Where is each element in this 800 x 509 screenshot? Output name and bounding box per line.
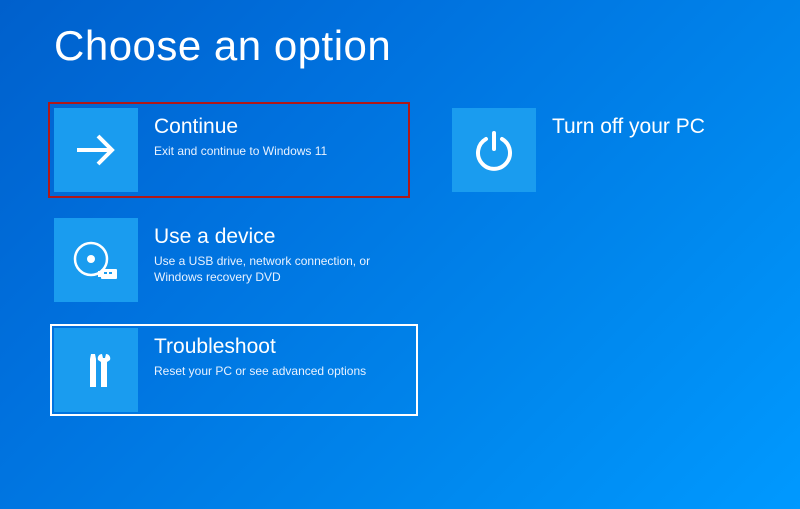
- option-desc: Use a USB drive, network connection, or …: [154, 253, 384, 285]
- option-text: Troubleshoot Reset your PC or see advanc…: [138, 328, 366, 379]
- option-use-device[interactable]: Use a device Use a USB drive, network co…: [54, 218, 404, 302]
- option-continue[interactable]: Continue Exit and continue to Windows 11: [54, 108, 404, 192]
- option-title: Use a device: [154, 224, 384, 249]
- option-title: Continue: [154, 114, 327, 139]
- options-column-left: Continue Exit and continue to Windows 11: [54, 108, 414, 412]
- page-title: Choose an option: [0, 0, 800, 70]
- arrow-right-icon: [54, 108, 138, 192]
- option-text: Use a device Use a USB drive, network co…: [138, 218, 384, 286]
- options-grid: Continue Exit and continue to Windows 11: [0, 70, 800, 412]
- option-text: Turn off your PC: [536, 108, 705, 139]
- options-column-right: Turn off your PC: [452, 108, 800, 412]
- disc-usb-icon: [54, 218, 138, 302]
- power-icon: [452, 108, 536, 192]
- tools-icon: [54, 328, 138, 412]
- option-troubleshoot[interactable]: Troubleshoot Reset your PC or see advanc…: [54, 328, 414, 412]
- option-text: Continue Exit and continue to Windows 11: [138, 108, 327, 159]
- option-desc: Reset your PC or see advanced options: [154, 363, 366, 379]
- option-turn-off[interactable]: Turn off your PC: [452, 108, 800, 192]
- option-title: Turn off your PC: [552, 114, 705, 139]
- option-title: Troubleshoot: [154, 334, 366, 359]
- option-desc: Exit and continue to Windows 11: [154, 143, 327, 159]
